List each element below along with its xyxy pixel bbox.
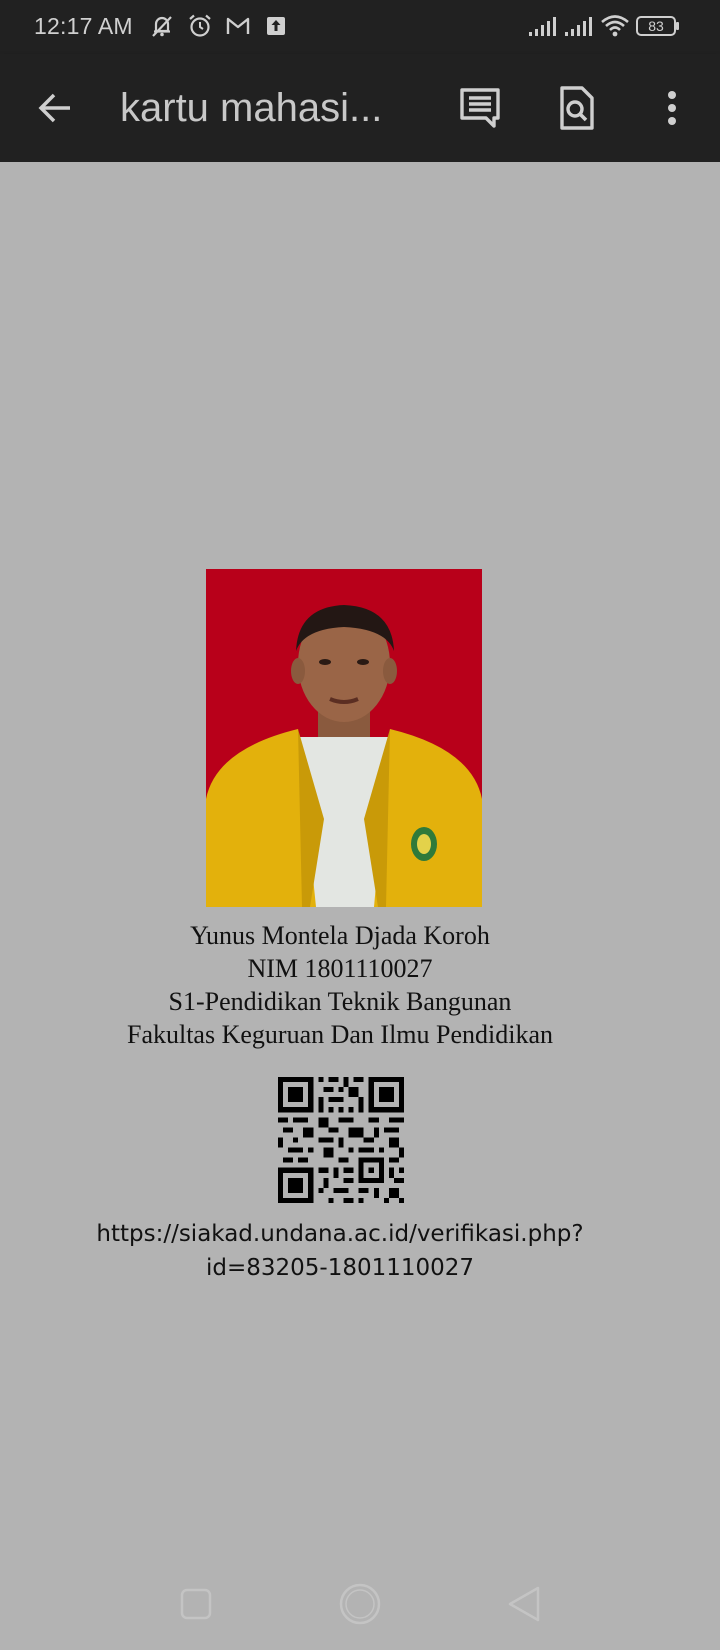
status-icons-right: 83 [528, 12, 680, 40]
student-info: Yunus Montela Djada Koroh NIM 1801110027… [60, 919, 620, 1051]
notifications-off-icon [148, 12, 176, 40]
faculty-name: Fakultas Keguruan Dan Ilmu Pendidikan [126, 1020, 554, 1049]
wifi-icon [600, 12, 629, 40]
battery-icon: 83 [636, 15, 680, 37]
verification-url-line1: https://siakad.undana.ac.id/verifikasi.p… [96, 1221, 584, 1247]
status-time: 12:17 AM [34, 13, 133, 39]
verification-qr-code [278, 1077, 404, 1203]
status-bar: 12:17 AM 83 [0, 0, 720, 54]
status-icons-left [148, 12, 290, 40]
comments-icon [460, 88, 500, 128]
find-in-page-icon [560, 86, 594, 130]
home-icon [339, 1583, 381, 1625]
arrow-back-icon [38, 93, 70, 123]
student-portrait-image [206, 569, 482, 907]
nav-back-icon [508, 1586, 540, 1622]
gmail-icon [224, 12, 252, 40]
nav-back-button[interactable] [506, 1584, 542, 1624]
home-button[interactable] [338, 1582, 382, 1626]
find-in-page-button[interactable] [550, 82, 602, 134]
system-navigation-bar [0, 1570, 720, 1650]
more-vert-icon [668, 91, 676, 125]
student-name: Yunus Montela Djada Koroh [190, 921, 490, 950]
signal-icon [564, 12, 592, 40]
study-program: S1-Pendidikan Teknik Bangunan [168, 987, 512, 1016]
verification-url[interactable]: https://siakad.undana.ac.id/verifikasi.p… [60, 1217, 620, 1285]
signal-icon [528, 12, 556, 40]
recents-button[interactable] [178, 1586, 214, 1622]
student-photo [206, 569, 482, 907]
app-toolbar: kartu mahasi... [0, 54, 720, 162]
document-view[interactable]: Yunus Montela Djada Koroh NIM 1801110027… [0, 162, 720, 1650]
document-title: kartu mahasi... [120, 86, 383, 130]
recents-icon [180, 1588, 212, 1620]
battery-level: 83 [648, 18, 664, 34]
alarm-icon [186, 12, 214, 40]
comments-button[interactable] [454, 82, 506, 134]
more-options-button[interactable] [646, 82, 698, 134]
qr-code-icon [278, 1077, 404, 1203]
back-button[interactable] [32, 84, 80, 132]
upload-icon [262, 12, 290, 40]
verification-url-line2: id=83205-1801110027 [205, 1255, 475, 1281]
student-nim: NIM 1801110027 [247, 954, 433, 983]
